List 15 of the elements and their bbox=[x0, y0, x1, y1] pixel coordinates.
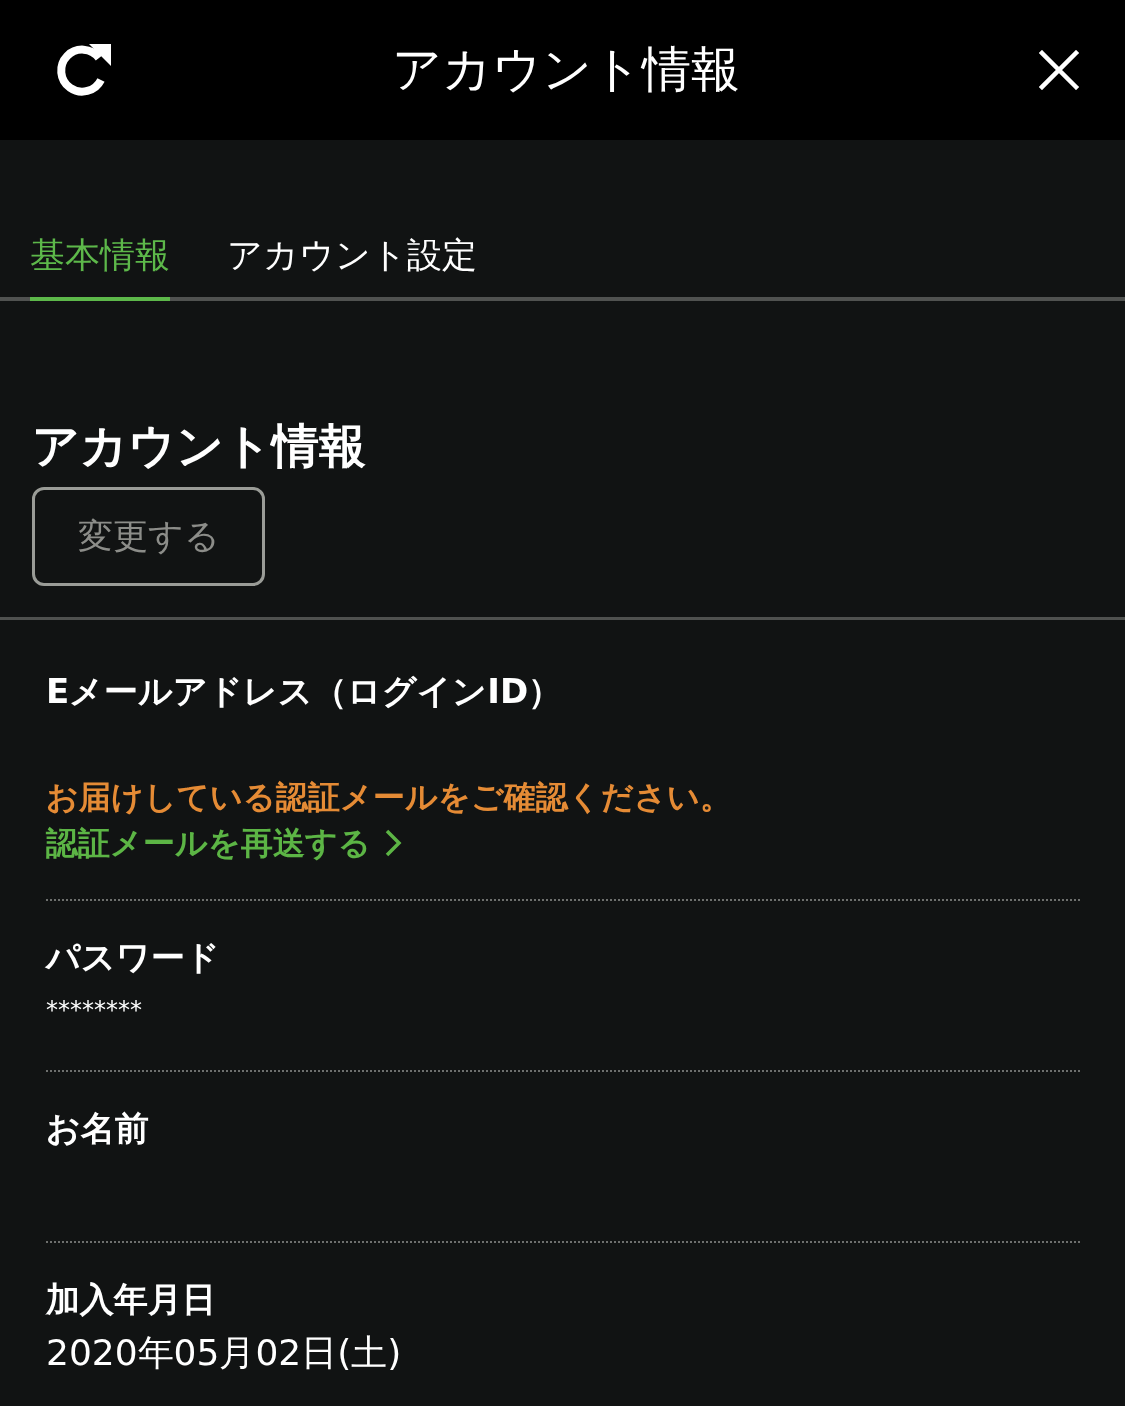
field-label: Eメールアドレス（ログインID） bbox=[46, 670, 564, 713]
tab[interactable]: 基本情報 bbox=[30, 232, 170, 301]
change-button[interactable]: 変更する bbox=[32, 487, 265, 586]
field-value: ******** bbox=[46, 995, 143, 1026]
field-label: お名前 bbox=[46, 1107, 150, 1150]
resend-link[interactable]: 認証メールを再送する bbox=[46, 820, 403, 866]
section-title: アカウント情報 bbox=[32, 417, 367, 475]
field-label: パスワード bbox=[46, 936, 221, 979]
tab[interactable]: アカウント設定 bbox=[227, 232, 477, 301]
close-icon[interactable] bbox=[1039, 50, 1079, 90]
window-title: アカウント情報 bbox=[392, 40, 740, 100]
notice-text: お届けしている認証メールをご確認ください。 bbox=[46, 777, 733, 818]
field-label: 加入年月日 bbox=[46, 1278, 217, 1321]
field-value: 2020年05月02日(土) bbox=[46, 1331, 403, 1375]
chevron-right-icon bbox=[383, 828, 403, 858]
